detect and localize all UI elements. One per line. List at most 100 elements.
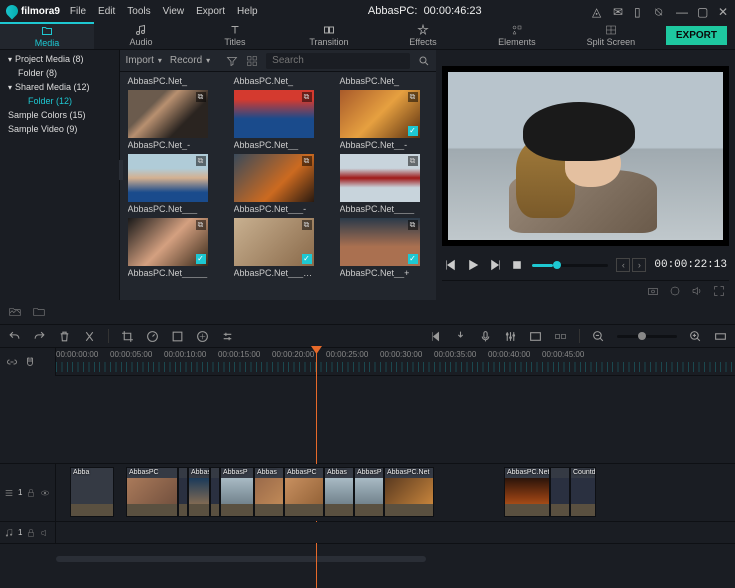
- add-icon[interactable]: [408, 220, 418, 230]
- record-vo-icon[interactable]: [479, 330, 492, 343]
- filter-icon[interactable]: [226, 55, 238, 67]
- timeline-clip[interactable]: AbbasP: [220, 467, 254, 517]
- import-dropdown[interactable]: Import: [126, 55, 162, 66]
- add-icon[interactable]: [302, 156, 312, 166]
- tab-split-screen[interactable]: Split Screen: [564, 22, 658, 49]
- mark-out-icon[interactable]: ›: [632, 258, 646, 272]
- green-screen-icon[interactable]: [196, 330, 209, 343]
- fullscreen-icon[interactable]: [713, 285, 725, 297]
- render-icon[interactable]: [529, 330, 542, 343]
- lock-icon[interactable]: [26, 488, 36, 498]
- search-input[interactable]: [266, 53, 410, 69]
- menu-view[interactable]: View: [163, 6, 185, 17]
- files-icon[interactable]: ▯: [634, 6, 645, 17]
- grid-view-icon[interactable]: [246, 55, 258, 67]
- tree-item[interactable]: ▾Project Media (8): [0, 52, 119, 66]
- mute-icon[interactable]: [40, 528, 50, 538]
- volume-icon[interactable]: [691, 285, 703, 297]
- tree-item[interactable]: ▾Shared Media (12): [0, 80, 119, 94]
- menu-file[interactable]: File: [70, 6, 86, 17]
- tree-item[interactable]: Folder (12): [0, 94, 119, 108]
- record-dropdown[interactable]: Record: [170, 55, 210, 66]
- timeline-clip[interactable]: [178, 467, 188, 517]
- visibility-icon[interactable]: [40, 488, 50, 498]
- mark-in-icon[interactable]: ‹: [616, 258, 630, 272]
- crop-icon[interactable]: [121, 330, 134, 343]
- tab-transition[interactable]: Transition: [282, 22, 376, 49]
- timeline-clip[interactable]: AbbasPC.Net: [504, 467, 550, 517]
- tab-titles[interactable]: Titles: [188, 22, 282, 49]
- stop-icon[interactable]: [510, 258, 524, 272]
- mic-icon[interactable]: ⍉: [655, 6, 666, 17]
- timeline-ruler[interactable]: 00:00:00:0000:00:05:0000:00:10:0000:00:1…: [56, 348, 735, 376]
- snapshot-icon[interactable]: [647, 285, 659, 297]
- minimize-icon[interactable]: —: [676, 6, 687, 17]
- add-icon[interactable]: [196, 156, 206, 166]
- go-start-icon[interactable]: [429, 330, 442, 343]
- media-thumb[interactable]: ✓: [340, 218, 420, 266]
- message-icon[interactable]: ✉: [613, 6, 624, 17]
- delete-icon[interactable]: [58, 330, 71, 343]
- close-icon[interactable]: ✕: [718, 6, 729, 17]
- speed-icon[interactable]: [146, 330, 159, 343]
- maximize-icon[interactable]: ▢: [697, 6, 708, 17]
- mixer-icon[interactable]: [504, 330, 517, 343]
- media-thumb[interactable]: [128, 154, 208, 202]
- media-thumb[interactable]: ✓: [234, 218, 314, 266]
- add-icon[interactable]: [408, 156, 418, 166]
- redo-icon[interactable]: [33, 330, 46, 343]
- tree-item[interactable]: Folder (8): [0, 66, 119, 80]
- menu-edit[interactable]: Edit: [98, 6, 115, 17]
- tab-effects[interactable]: Effects: [376, 22, 470, 49]
- media-thumb[interactable]: ✓: [128, 218, 208, 266]
- media-thumb[interactable]: ✓: [340, 90, 420, 138]
- snap-icon[interactable]: [24, 356, 36, 368]
- add-icon[interactable]: [196, 92, 206, 102]
- lock-icon[interactable]: [26, 528, 36, 538]
- preview-scrubber[interactable]: [532, 264, 608, 267]
- add-icon[interactable]: [408, 92, 418, 102]
- new-folder-icon[interactable]: [8, 305, 22, 319]
- media-thumb[interactable]: [128, 90, 208, 138]
- tab-media[interactable]: Media: [0, 22, 94, 49]
- color-icon[interactable]: [171, 330, 184, 343]
- timeline-clip[interactable]: AbbasP: [354, 467, 384, 517]
- timeline-clip[interactable]: Countd: [570, 467, 596, 517]
- split-icon[interactable]: [83, 330, 96, 343]
- quality-icon[interactable]: [669, 285, 681, 297]
- marker-icon[interactable]: [454, 330, 467, 343]
- add-icon[interactable]: [302, 92, 312, 102]
- timeline-clip[interactable]: AbbasPC: [284, 467, 324, 517]
- timeline-clip[interactable]: Abbas: [324, 467, 354, 517]
- tab-audio[interactable]: Audio: [94, 22, 188, 49]
- zoom-in-icon[interactable]: [689, 330, 702, 343]
- timeline-clip[interactable]: [210, 467, 220, 517]
- tree-item[interactable]: Sample Colors (15): [0, 108, 119, 122]
- tab-elements[interactable]: Elements: [470, 22, 564, 49]
- link-icon[interactable]: [6, 356, 18, 368]
- preview-viewport[interactable]: [442, 66, 729, 246]
- user-icon[interactable]: ◬: [592, 6, 603, 17]
- media-thumb[interactable]: [234, 90, 314, 138]
- timeline-scrollbar[interactable]: [0, 554, 735, 564]
- media-thumb[interactable]: [340, 154, 420, 202]
- zoom-fit-icon[interactable]: [714, 330, 727, 343]
- play-icon[interactable]: [466, 258, 480, 272]
- media-thumb[interactable]: [234, 154, 314, 202]
- add-icon[interactable]: [302, 220, 312, 230]
- ripple-icon[interactable]: [554, 330, 567, 343]
- export-button[interactable]: EXPORT: [666, 26, 727, 45]
- timeline-clip[interactable]: [550, 467, 570, 517]
- timeline-clip[interactable]: AbbasPC.Net: [384, 467, 434, 517]
- menu-tools[interactable]: Tools: [127, 6, 150, 17]
- zoom-slider[interactable]: [617, 335, 677, 338]
- timeline-clip[interactable]: AbbasPC: [126, 467, 178, 517]
- timeline-clip[interactable]: Abbas: [254, 467, 284, 517]
- track-menu-icon[interactable]: [4, 488, 14, 498]
- timeline-clip[interactable]: Abba: [70, 467, 114, 517]
- adjust-icon[interactable]: [221, 330, 234, 343]
- open-folder-icon[interactable]: [32, 305, 46, 319]
- zoom-out-icon[interactable]: [592, 330, 605, 343]
- menu-export[interactable]: Export: [196, 6, 225, 17]
- add-icon[interactable]: [196, 220, 206, 230]
